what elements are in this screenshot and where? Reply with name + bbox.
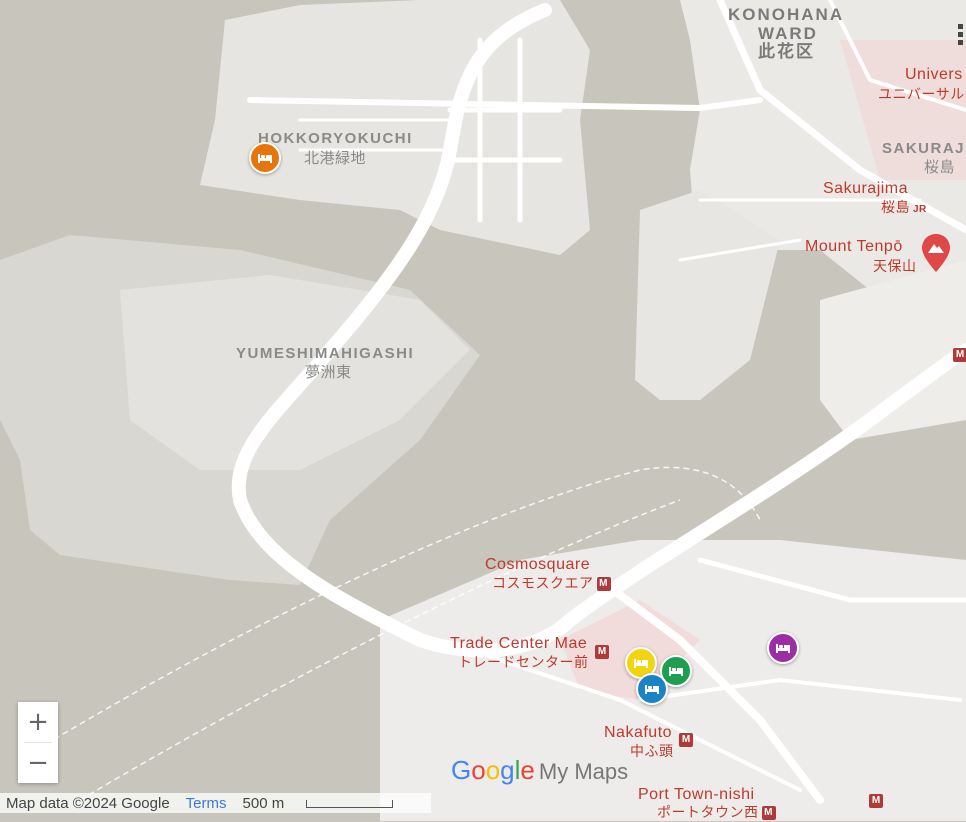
ward-label-konohana: KONOHANA (728, 5, 845, 24)
zoom-in-button[interactable]: + (18, 702, 58, 742)
terms-link[interactable]: Terms (186, 795, 227, 812)
station-label-sakurajima-jp[interactable]: 桜島 JR (881, 197, 927, 217)
station-label-cosmosquare-jp[interactable]: コスモスクエア M (492, 573, 611, 593)
bed-icon (634, 659, 648, 668)
scale-bar (306, 799, 394, 808)
poi-label-tempozan[interactable]: Mount Tenpō (805, 238, 903, 256)
mountain-icon[interactable] (922, 234, 950, 277)
map-canvas[interactable] (0, 0, 966, 821)
bed-icon (776, 644, 790, 653)
scale-label[interactable]: 500 m (243, 795, 410, 812)
google-my-maps-logo: Google My Maps (451, 755, 628, 786)
metro-station-icon: M (596, 577, 611, 592)
metro-station-icon[interactable]: M (592, 643, 609, 661)
area-label-yumeshimahigashi: YUMESHIMAHIGASHI (236, 345, 415, 362)
bed-icon (258, 154, 272, 163)
ward-label-konohana-jp: 此花区 (758, 42, 815, 61)
google-logo-text: Google (451, 755, 535, 785)
metro-station-icon[interactable]: M (950, 346, 966, 364)
my-maps-label: My Maps (538, 759, 629, 784)
station-label-cosmosquare[interactable]: Cosmosquare (485, 556, 590, 574)
station-label-sakurajima[interactable]: Sakurajima (823, 180, 908, 198)
map-data-attribution: Map data ©2024 Google (6, 794, 170, 812)
station-label-trade-center-mae-jp[interactable]: トレードセンター前 (458, 652, 589, 672)
metro-station-icon: M (761, 806, 776, 821)
hotel-marker-purple[interactable] (767, 632, 799, 664)
bed-icon (645, 685, 659, 694)
ward-label-konohana-2: WARD (758, 24, 818, 43)
area-label-hokkoryokuchi-jp: 北港緑地 (304, 150, 367, 167)
metro-station-icon[interactable]: M (676, 731, 693, 749)
station-label-nakafuto[interactable]: Nakafuto (604, 724, 672, 742)
zoom-control: + − (18, 702, 58, 783)
hotel-marker-blue[interactable] (636, 673, 668, 705)
poi-label-universal[interactable]: Univers (905, 66, 963, 84)
area-label-sakurajima-jp: 桜島 (924, 159, 956, 176)
area-label-hokkoryokuchi: HOKKORYOKUCHI (258, 130, 413, 147)
station-label-trade-center-mae[interactable]: Trade Center Mae (450, 635, 587, 653)
station-label-nakafuto-jp[interactable]: 中ふ頭 (630, 741, 674, 761)
poi-label-universal-jp[interactable]: ユニバーサル (878, 84, 965, 104)
zoom-out-button[interactable]: − (18, 743, 58, 783)
bed-icon (669, 667, 683, 676)
poi-label-tempozan-jp[interactable]: 天保山 (873, 256, 917, 276)
hotel-marker-orange[interactable] (249, 142, 281, 174)
area-label-sakurajima: SAKURAJ (882, 140, 966, 157)
station-label-port-town-nishi-jp[interactable]: ポートタウン西 M (657, 802, 776, 822)
metro-station-icon[interactable]: M (866, 792, 883, 810)
map-footer: Map data ©2024 Google Terms 500 m (0, 793, 432, 813)
more-options-icon[interactable] (958, 24, 964, 48)
area-label-yumeshimahigashi-jp: 夢洲東 (305, 364, 352, 381)
